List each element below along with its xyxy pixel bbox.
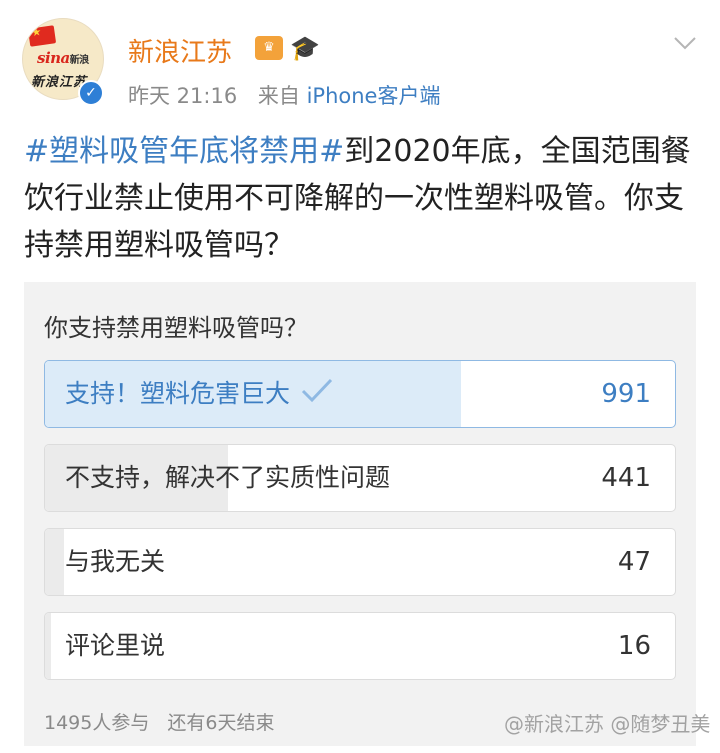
poll-option-count: 47 [617, 547, 651, 577]
poll-participants: 1495人参与 [44, 712, 150, 734]
poll-option-support[interactable]: 支持！塑料危害巨大 991 [44, 360, 676, 428]
poll-question: 你支持禁用塑料吸管吗？ [44, 314, 308, 342]
poll-option-label: 支持！塑料危害巨大 [65, 379, 291, 408]
watermark: @新浪江苏 @随梦丑美 [504, 712, 711, 736]
post-source[interactable]: iPhone客户端 [307, 84, 441, 108]
poll-option-bar [45, 613, 52, 679]
poll-option-count: 991 [601, 379, 651, 409]
username[interactable]: 新浪江苏 [128, 32, 232, 69]
poll-option-label: 不支持，解决不了实质性问题 [65, 463, 391, 492]
checkmark-icon [301, 378, 333, 403]
poll-option-count: 441 [601, 463, 651, 493]
post-body: #塑料吸管年底将禁用#到2020年底，全国范围餐饮行业禁止使用不可降解的一次性塑… [24, 128, 694, 269]
poll-option-oppose[interactable]: 不支持，解决不了实质性问题 441 [44, 444, 676, 512]
verified-icon: ✓ [78, 80, 104, 106]
poll-option-label: 评论里说 [65, 631, 166, 660]
hashtag-link[interactable]: #塑料吸管年底将禁用# [24, 134, 344, 169]
poll-option-count: 16 [617, 631, 651, 661]
post-header: sina新浪 新浪江苏 ✓ 新浪江苏 ♛ 🎓 昨天 21:16 来自 iPhon… [0, 0, 720, 112]
source-prefix: 来自 [257, 84, 300, 108]
poll-remaining: 还有6天结束 [167, 712, 275, 734]
poll-option-indifferent[interactable]: 与我无关 47 [44, 528, 676, 596]
sina-logo: sina新浪 [37, 49, 89, 67]
graduation-cap-icon[interactable]: 🎓 [290, 34, 320, 62]
crown-badge-icon[interactable]: ♛ [255, 36, 283, 60]
flag-icon [27, 25, 57, 47]
post-meta: 昨天 21:16 来自 iPhone客户端 [128, 80, 440, 110]
poll-option-label-row: 支持！塑料危害巨大 [65, 361, 334, 427]
poll-option-comment[interactable]: 评论里说 16 [44, 612, 676, 680]
poll-option-bar [45, 529, 64, 595]
chevron-down-icon[interactable] [672, 30, 698, 56]
post-time: 昨天 21:16 [128, 84, 238, 108]
poll-card: 你支持禁用塑料吸管吗？ 支持！塑料危害巨大 991 不支持，解决不了实质性问题 … [24, 282, 696, 746]
poll-option-label: 与我无关 [65, 547, 166, 576]
poll-footer: 1495人参与 还有6天结束 [44, 708, 275, 735]
